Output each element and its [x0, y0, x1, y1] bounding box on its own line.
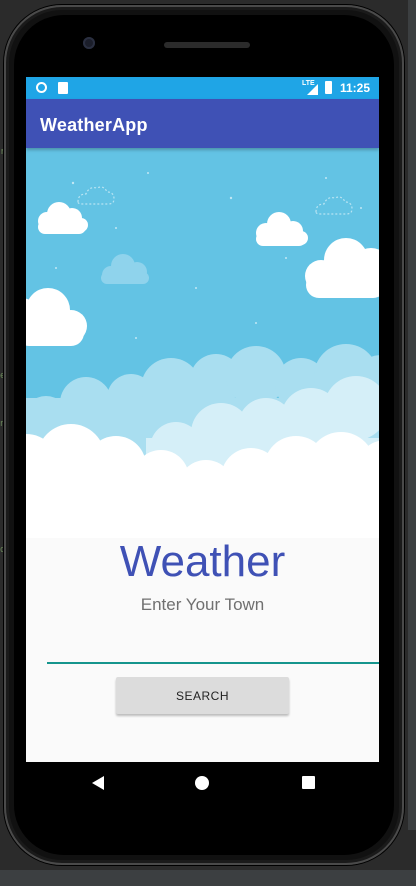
app-bar: WeatherApp	[26, 99, 379, 148]
status-time: 11:25	[340, 81, 371, 95]
weather-heading: Weather	[119, 537, 286, 586]
app-title: WeatherApp	[40, 115, 148, 135]
signal-icon	[307, 84, 318, 95]
recents-icon[interactable]	[302, 776, 315, 789]
sky-clouds-illustration	[26, 148, 379, 538]
back-icon[interactable]	[92, 776, 104, 790]
ide-status-strip	[0, 870, 416, 886]
search-button[interactable]: SEARCH	[116, 677, 289, 714]
enter-town-label: Enter Your Town	[140, 595, 265, 614]
town-input[interactable]	[47, 634, 379, 664]
front-camera	[83, 37, 95, 49]
status-bar: LTE 11:25	[26, 77, 379, 99]
sd-card-icon	[58, 82, 68, 94]
navigation-bar	[26, 762, 379, 806]
clouds-illustration-svg	[26, 148, 379, 538]
circle-notification-icon	[36, 82, 47, 93]
search-form: Weather Enter Your Town SEARCH	[26, 538, 379, 762]
device-screen: LTE 11:25 WeatherApp Weather Enter Your …	[26, 77, 379, 762]
battery-icon	[325, 81, 332, 94]
earpiece-speaker	[164, 42, 250, 48]
home-icon[interactable]	[195, 776, 209, 790]
ide-side-panel	[408, 0, 416, 886]
